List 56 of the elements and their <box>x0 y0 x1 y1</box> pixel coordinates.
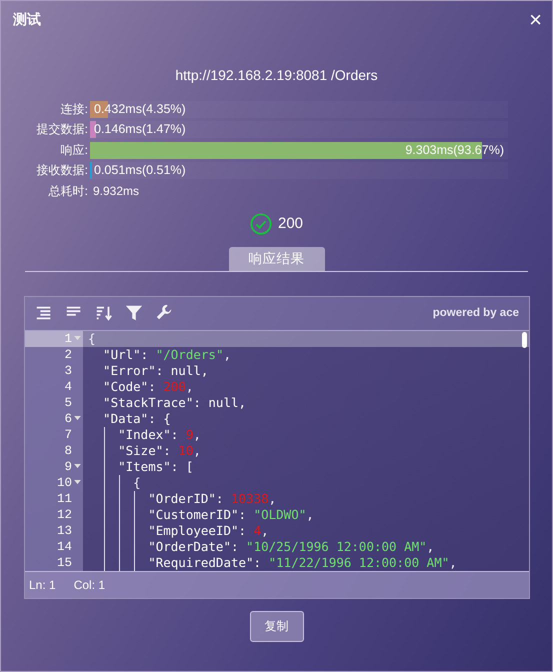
timing-label: 提交数据: <box>36 121 89 138</box>
line-number: 4 <box>64 380 72 394</box>
timing-reading: 0.146ms(1.47%) <box>94 122 186 136</box>
code-line: "Index": 9, <box>118 426 201 442</box>
line-number: 8 <box>64 444 72 458</box>
code-line: "RequiredDate": "11/22/1996 12:00:00 AM", <box>148 554 457 570</box>
wrench-icon[interactable] <box>155 304 173 322</box>
code-line: "Items": [ <box>118 458 194 474</box>
filter-icon[interactable] <box>125 304 143 322</box>
code-line: "OrderID": 10338, <box>148 490 276 506</box>
timing-reading: 0.051ms(0.51%) <box>94 163 186 178</box>
code-line: "CustomerID": "OLDWO", <box>148 506 314 522</box>
copy-button[interactable]: 复制 <box>250 610 304 642</box>
line-number: 5 <box>64 396 72 410</box>
timing-label: 连接: <box>60 100 89 118</box>
fold-arrow-icon[interactable] <box>73 416 82 421</box>
code-line: "EmployeeID": 4, <box>148 522 269 538</box>
fold-arrow-icon[interactable] <box>73 480 82 485</box>
fold-arrow-icon[interactable] <box>73 464 82 469</box>
total-value: 9.932ms <box>92 184 140 198</box>
line-number: 1 <box>64 332 72 346</box>
line-number: 2 <box>64 348 72 362</box>
result-tab[interactable]: 响应结果 <box>228 246 324 270</box>
timing-label: 响应: <box>60 142 89 159</box>
timing-label: 接收数据: <box>36 162 89 180</box>
code-line: "Error": null, <box>103 362 208 378</box>
total-label: 总耗时: <box>48 182 89 200</box>
close-button[interactable]: × <box>529 10 542 30</box>
line-number: 12 <box>56 508 72 522</box>
dialog-title: 测试 <box>13 11 41 29</box>
scrollbar-thumb[interactable] <box>522 332 527 348</box>
line-number: 9 <box>64 460 72 474</box>
code-line: "Data": { <box>103 410 171 426</box>
format-icon[interactable] <box>35 304 53 322</box>
status-code: 200 <box>278 215 304 232</box>
code-line: { <box>88 330 96 346</box>
request-url: http://192.168.2.19:8081 /Orders <box>174 67 379 83</box>
line-number: 10 <box>56 476 72 490</box>
line-number: 14 <box>56 540 72 554</box>
line-number: 3 <box>64 364 72 378</box>
code-line: "Url": "/Orders", <box>103 346 231 362</box>
line-number: 11 <box>56 492 72 506</box>
code-line: "Code": 200, <box>103 378 194 394</box>
powered-by-text: powered by ace <box>432 307 519 319</box>
line-number: 6 <box>64 412 72 426</box>
code-line: { <box>133 474 141 490</box>
sort-icon[interactable] <box>95 304 113 322</box>
code-line: "OrderDate": "10/25/1996 12:00:00 AM", <box>148 538 434 554</box>
code-line: "Size": 10, <box>118 442 201 458</box>
cursor-position: Ln: 1 <box>29 578 56 592</box>
line-number: 7 <box>64 428 72 442</box>
timing-reading: 0.432ms(4.35%) <box>94 102 186 116</box>
line-number: 13 <box>56 524 72 538</box>
code-line: "StackTrace": null, <box>103 394 246 410</box>
cursor-position: Col: 1 <box>74 578 106 592</box>
line-number: 15 <box>56 556 72 570</box>
